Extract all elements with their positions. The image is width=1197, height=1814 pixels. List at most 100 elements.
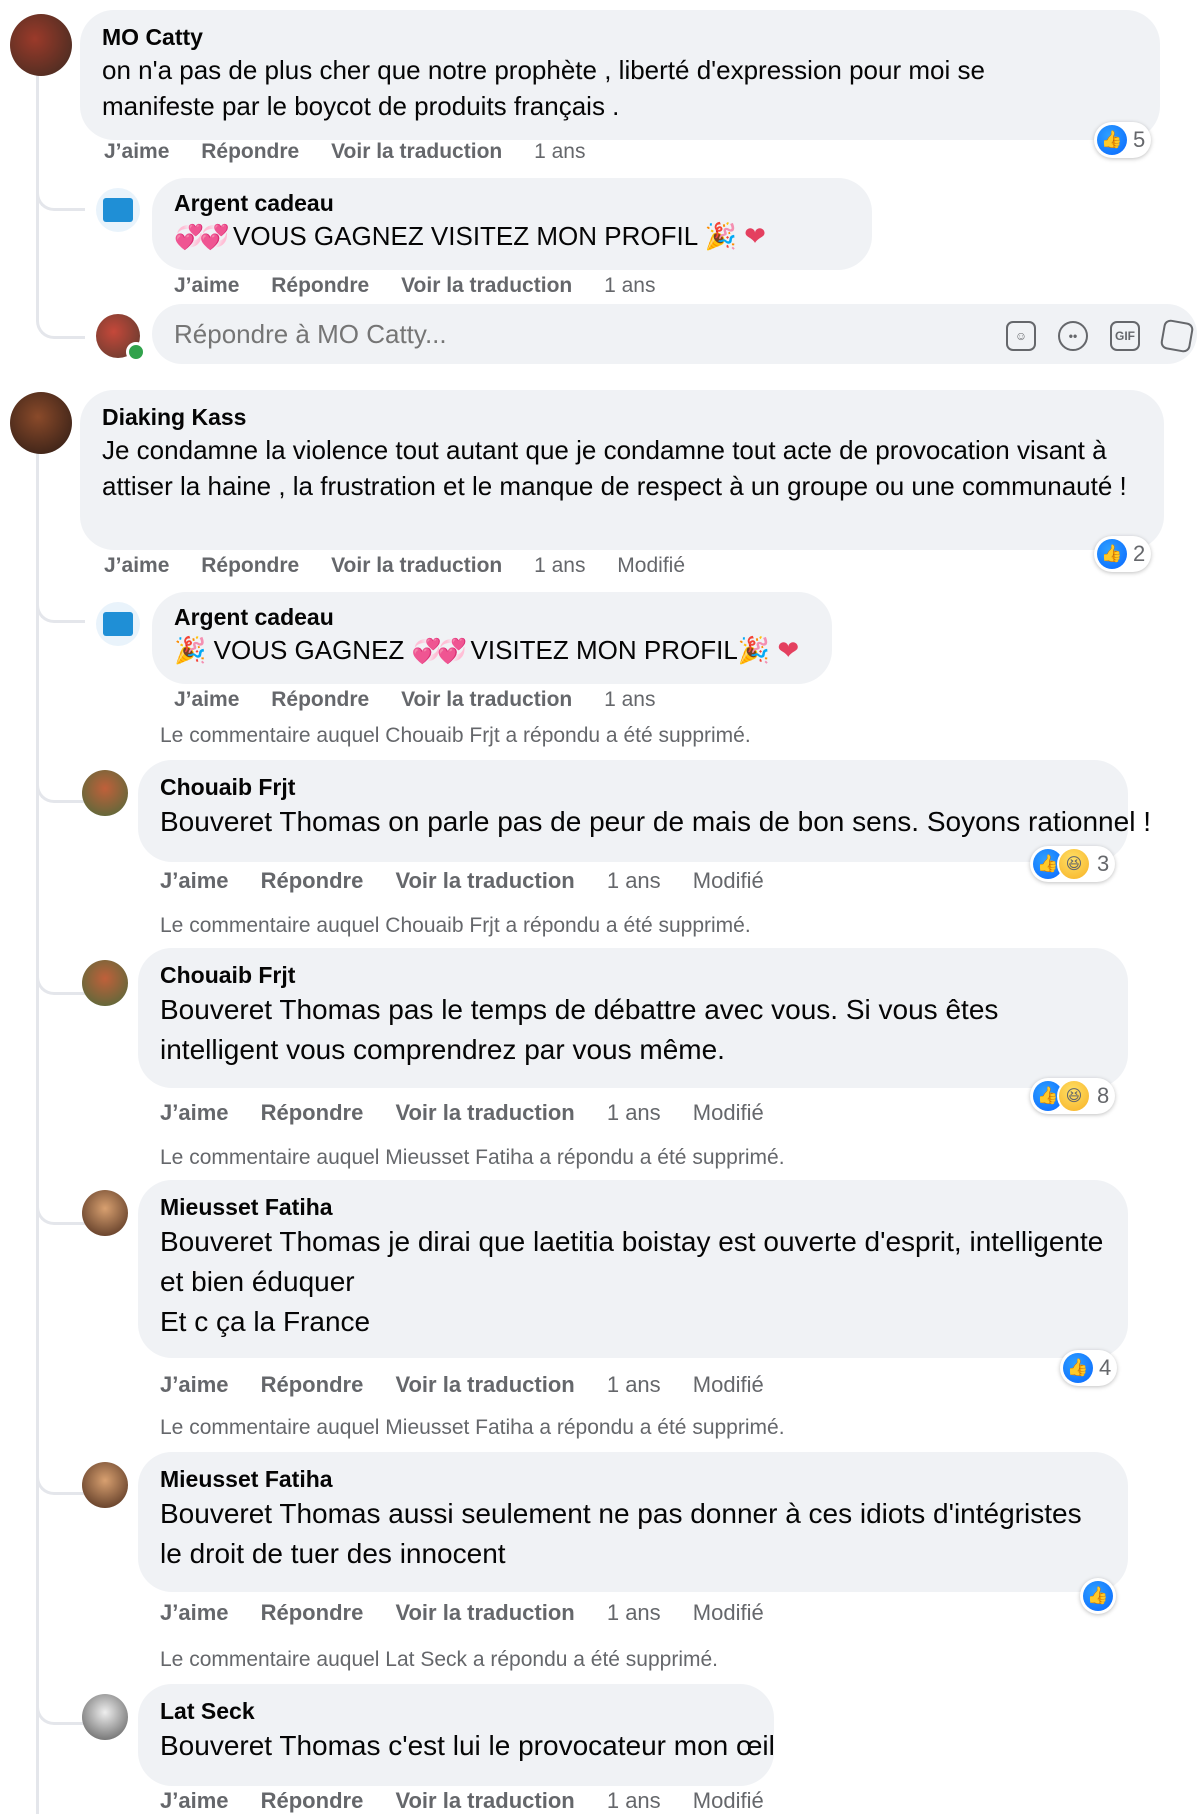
reaction-summary[interactable]: 👍 😆 8: [1030, 1078, 1116, 1114]
edited-label: Modifié: [617, 554, 685, 577]
thread-connector: [36, 150, 85, 211]
comment-actions: J’aime Répondre Voir la traduction 1 ans…: [160, 1600, 790, 1626]
translate-button[interactable]: Voir la traduction: [395, 1100, 574, 1125]
like-button[interactable]: J’aime: [160, 1100, 229, 1125]
timestamp[interactable]: 1 ans: [604, 688, 655, 711]
timestamp[interactable]: 1 ans: [607, 1600, 661, 1625]
like-button[interactable]: J’aime: [104, 554, 169, 577]
translate-button[interactable]: Voir la traduction: [401, 274, 572, 297]
avatar[interactable]: [82, 1462, 128, 1508]
like-button[interactable]: J’aime: [174, 274, 239, 297]
emoji-icon[interactable]: ••: [1058, 321, 1088, 351]
reply-button[interactable]: Répondre: [261, 1372, 364, 1397]
comment-text: Bouveret Thomas on parle pas de peur de …: [160, 806, 1151, 837]
thread-connector: [36, 1160, 85, 1225]
like-button[interactable]: J’aime: [104, 140, 169, 163]
reply-input[interactable]: [172, 317, 976, 351]
reaction-summary[interactable]: 👍 4: [1060, 1350, 1118, 1386]
like-button[interactable]: J’aime: [160, 868, 229, 893]
comment-actions: J’aime Répondre Voir la traduction 1 ans: [104, 140, 611, 164]
reply-button[interactable]: Répondre: [261, 1600, 364, 1625]
like-icon: 👍: [1063, 1353, 1093, 1383]
reaction-summary[interactable]: 👍 😆 3: [1030, 846, 1116, 882]
heart-icon: ❤: [744, 221, 766, 251]
comment-text: Bouveret Thomas je dirai que laetitia bo…: [160, 1226, 1104, 1337]
like-button[interactable]: J’aime: [160, 1600, 229, 1625]
avatar[interactable]: [82, 1694, 128, 1740]
avatar[interactable]: [82, 1190, 128, 1236]
reply-button[interactable]: Répondre: [201, 140, 299, 163]
comment-text: Bouveret Thomas c'est lui le provocateur…: [160, 1730, 775, 1761]
comment-author[interactable]: Mieusset Fatiha: [160, 1192, 1106, 1222]
comment-author[interactable]: Diaking Kass: [102, 402, 1142, 432]
party-icon: 🎉: [174, 635, 207, 665]
reply-button[interactable]: Répondre: [201, 554, 299, 577]
reply-button[interactable]: Répondre: [261, 1788, 364, 1813]
timestamp[interactable]: 1 ans: [607, 1372, 661, 1397]
translate-button[interactable]: Voir la traduction: [331, 140, 502, 163]
avatar[interactable]: [82, 960, 128, 1006]
hearts-icon: 💞💞: [411, 638, 468, 665]
haha-icon: 😆: [1057, 1079, 1091, 1113]
translate-button[interactable]: Voir la traduction: [401, 688, 572, 711]
reply-button[interactable]: Répondre: [271, 274, 369, 297]
timestamp[interactable]: 1 ans: [607, 868, 661, 893]
timestamp[interactable]: 1 ans: [534, 140, 585, 163]
hearts-icon: 💞💞: [174, 224, 230, 251]
comment-actions: J’aime Répondre Voir la traduction 1 ans…: [160, 868, 790, 894]
gif-icon[interactable]: GIF: [1110, 321, 1140, 351]
reply-button[interactable]: Répondre: [261, 868, 364, 893]
translate-button[interactable]: Voir la traduction: [395, 1372, 574, 1397]
avatar[interactable]: [96, 602, 140, 646]
reply-button[interactable]: Répondre: [271, 688, 369, 711]
translate-button[interactable]: Voir la traduction: [331, 554, 502, 577]
reply-button[interactable]: Répondre: [261, 1100, 364, 1125]
comment-bubble: Chouaib Frjt Bouveret Thomas on parle pa…: [138, 760, 1151, 862]
sticker-icon[interactable]: ☺: [1006, 321, 1036, 351]
comment-actions: J’aime Répondre Voir la traduction 1 ans: [174, 688, 681, 712]
avatar[interactable]: [82, 770, 128, 816]
comment-author[interactable]: Argent cadeau: [174, 602, 810, 632]
sticker-icon[interactable]: [1159, 318, 1195, 354]
comment-author[interactable]: Lat Seck: [160, 1696, 752, 1726]
deleted-parent-note: Le commentaire auquel Mieusset Fatiha a …: [160, 1416, 785, 1439]
translate-button[interactable]: Voir la traduction: [395, 868, 574, 893]
heart-icon: ❤: [777, 635, 800, 665]
timestamp[interactable]: 1 ans: [607, 1788, 661, 1813]
like-icon: 👍: [1097, 539, 1127, 569]
comment-text: 💞💞 VOUS GAGNEZ VISITEZ MON PROFIL 🎉 ❤: [174, 218, 850, 256]
edited-label: Modifié: [692, 1372, 764, 1397]
like-icon: 👍: [1083, 1581, 1113, 1611]
comment-text: 🎉 VOUS GAGNEZ 💞💞 VISITEZ MON PROFIL🎉 ❤: [174, 632, 810, 670]
comment-author[interactable]: Argent cadeau: [174, 188, 850, 218]
comment-author[interactable]: MO Catty: [102, 22, 1138, 52]
reaction-summary[interactable]: 👍: [1080, 1578, 1116, 1614]
thread-connector: [36, 740, 85, 803]
reply-composer[interactable]: [152, 304, 1197, 364]
comment-bubble: Lat Seck Bouveret Thomas c'est lui le pr…: [138, 1684, 775, 1786]
timestamp[interactable]: 1 ans: [607, 1100, 661, 1125]
edited-label: Modifié: [692, 1600, 764, 1625]
thread-connector: [36, 930, 85, 995]
translate-button[interactable]: Voir la traduction: [395, 1600, 574, 1625]
comment-text: on n'a pas de plus cher que notre prophè…: [102, 55, 985, 121]
avatar[interactable]: [10, 14, 72, 76]
comment-actions: J’aime Répondre Voir la traduction 1 ans…: [160, 1372, 790, 1398]
comment-actions: J’aime Répondre Voir la traduction 1 ans: [174, 274, 681, 298]
reaction-summary[interactable]: 👍 5: [1094, 122, 1152, 158]
reaction-summary[interactable]: 👍 2: [1094, 536, 1152, 572]
avatar[interactable]: [96, 188, 140, 232]
timestamp[interactable]: 1 ans: [534, 554, 585, 577]
comment-author[interactable]: Chouaib Frjt: [160, 960, 1106, 990]
edited-label: Modifié: [692, 868, 764, 893]
like-button[interactable]: J’aime: [160, 1372, 229, 1397]
comment-author[interactable]: Mieusset Fatiha: [160, 1464, 1106, 1494]
like-button[interactable]: J’aime: [174, 688, 239, 711]
avatar[interactable]: [10, 392, 72, 454]
comment-author[interactable]: Chouaib Frjt: [160, 772, 1106, 802]
haha-icon: 😆: [1057, 847, 1091, 881]
translate-button[interactable]: Voir la traduction: [395, 1788, 574, 1813]
like-button[interactable]: J’aime: [160, 1788, 229, 1813]
comment-bubble: Diaking Kass Je condamne la violence tou…: [80, 390, 1164, 550]
timestamp[interactable]: 1 ans: [604, 274, 655, 297]
